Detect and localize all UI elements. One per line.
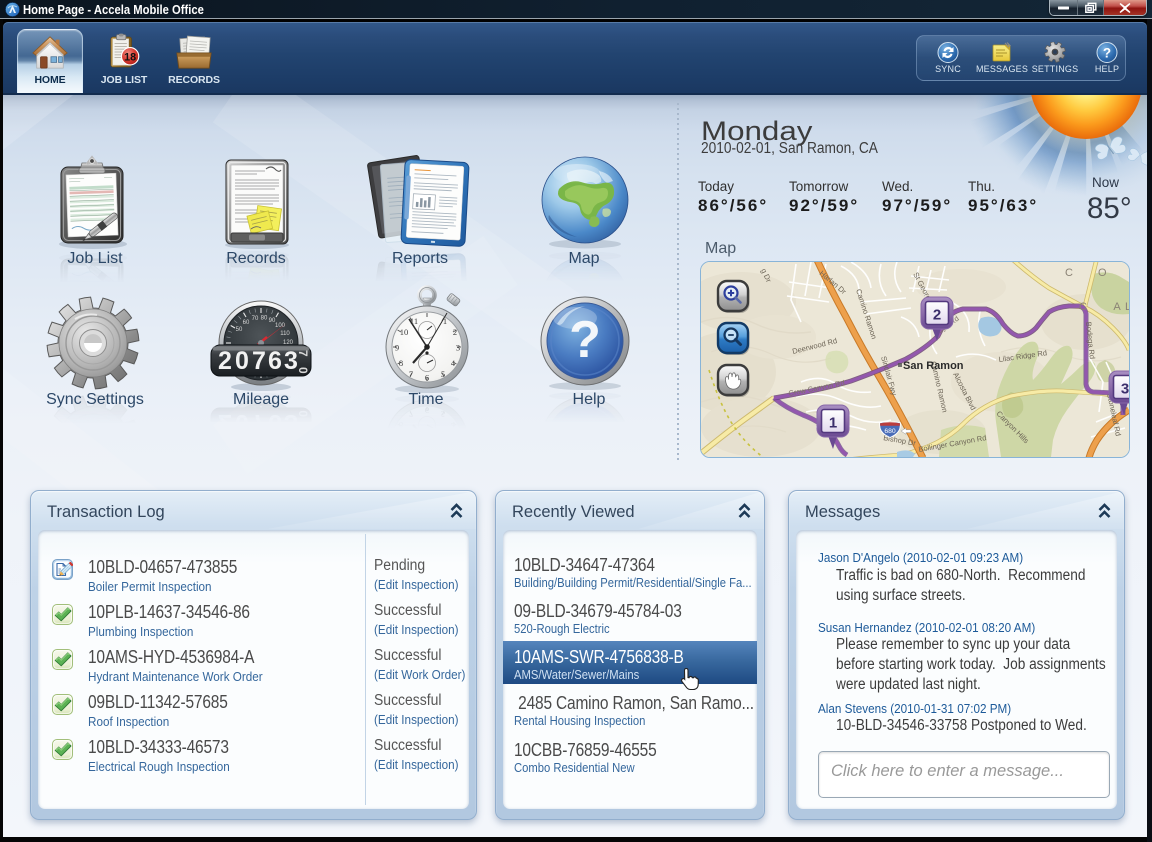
svg-text:1: 1 (443, 316, 447, 326)
svg-text:60: 60 (243, 320, 250, 326)
svg-text:3: 3 (456, 343, 460, 353)
svg-text:1: 1 (829, 415, 837, 432)
svg-text:8: 8 (399, 358, 403, 368)
svg-text:18: 18 (124, 51, 136, 63)
svg-text:L: L (1125, 301, 1129, 313)
svg-text:3: 3 (1121, 381, 1129, 398)
svg-text:7: 7 (296, 350, 310, 357)
svg-text:5: 5 (441, 369, 445, 379)
svg-text:6: 6 (268, 347, 282, 375)
svg-text:2: 2 (453, 327, 457, 337)
svg-text:9: 9 (395, 343, 399, 353)
svg-text:0: 0 (296, 367, 310, 374)
svg-text:2: 2 (218, 347, 232, 375)
svg-text:7: 7 (252, 347, 266, 375)
svg-text:110: 110 (280, 331, 290, 337)
svg-text:2: 2 (933, 307, 941, 324)
svg-text:3: 3 (284, 347, 298, 375)
svg-text:San Ramon: San Ramon (903, 360, 964, 372)
svg-text:10: 10 (400, 327, 409, 337)
svg-text:80: 80 (261, 316, 268, 322)
svg-text:C A: C A (1079, 301, 1129, 313)
svg-text:0: 0 (235, 347, 249, 375)
svg-text:680: 680 (884, 428, 896, 435)
svg-text:50: 50 (236, 327, 243, 333)
svg-text:7: 7 (409, 369, 413, 379)
svg-text:70: 70 (252, 316, 259, 322)
svg-text:6: 6 (425, 373, 429, 383)
svg-text:?: ? (1103, 46, 1111, 61)
svg-text:C O N: C O N (1065, 267, 1129, 279)
